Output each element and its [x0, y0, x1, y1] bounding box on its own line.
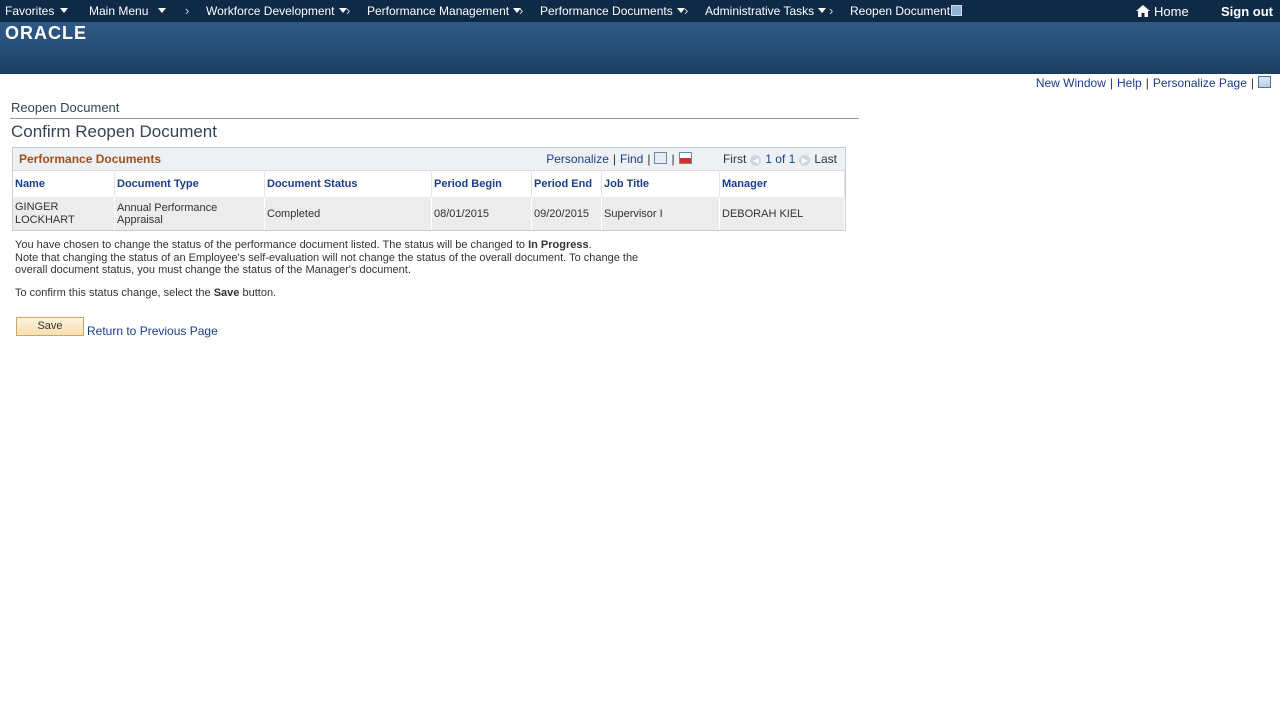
- oracle-logo: ORACLE: [5, 23, 87, 43]
- nav-performance-management[interactable]: Performance Management: [367, 4, 522, 18]
- documents-table: Name Document Type Document Status Perio…: [13, 170, 845, 230]
- column-header-period-begin[interactable]: Period Begin: [431, 170, 532, 197]
- title-divider: [10, 118, 859, 119]
- header-banner: ORACLE: [0, 22, 1280, 74]
- download-spreadsheet-icon[interactable]: [678, 152, 692, 164]
- chevron-down-icon: [60, 8, 69, 13]
- nav-reopen-document[interactable]: Reopen Document: [850, 4, 963, 18]
- cell-document-type: Annual Performance Appraisal: [114, 197, 265, 230]
- new-window-link[interactable]: New Window: [1036, 76, 1106, 90]
- cell-document-status: Completed: [264, 197, 432, 230]
- sign-out-link[interactable]: Sign out: [1221, 4, 1273, 19]
- breadcrumb-separator-icon: ›: [346, 3, 351, 18]
- find-link[interactable]: Find: [620, 152, 643, 166]
- nav-workforce-development[interactable]: Workforce Development: [206, 4, 347, 18]
- personalize-page-link[interactable]: Personalize Page: [1153, 76, 1247, 90]
- previous-icon: ◀: [750, 155, 762, 166]
- nav-performance-documents[interactable]: Performance Documents: [540, 4, 685, 18]
- return-to-previous-page-link[interactable]: Return to Previous Page: [87, 324, 218, 338]
- page-count: 1 of 1: [765, 152, 796, 166]
- chevron-down-icon: [818, 8, 827, 13]
- confirm-instructions: To confirm this status change, select th…: [15, 287, 277, 299]
- home-icon: [1136, 5, 1150, 17]
- page-icon: [951, 5, 963, 16]
- breadcrumb: Reopen Document: [11, 100, 120, 115]
- cell-name: GINGER LOCKHART: [13, 197, 115, 230]
- column-header-period-end[interactable]: Period End: [531, 170, 602, 197]
- save-button[interactable]: Save: [16, 317, 84, 336]
- breadcrumb-separator-icon: ›: [519, 3, 524, 18]
- first-link: First: [722, 152, 747, 166]
- breadcrumb-separator-icon: ›: [684, 3, 689, 18]
- home-link[interactable]: Home: [1136, 4, 1189, 19]
- column-header-name[interactable]: Name: [13, 170, 115, 197]
- nav-favorites[interactable]: Favorites: [5, 4, 69, 18]
- self-evaluation-note: Note that changing the status of an Empl…: [15, 251, 639, 277]
- column-header-job-title[interactable]: Job Title: [601, 170, 720, 197]
- next-icon: ▶: [799, 155, 811, 166]
- grid-title: Performance Documents: [19, 152, 162, 166]
- cell-period-begin: 08/01/2015: [431, 197, 532, 230]
- grid-toolbar: Personalize | Find | | First ◀ 1 of 1 ▶ Last: [546, 152, 837, 166]
- table-row: GINGER LOCKHART Annual Performance Appra…: [13, 197, 845, 230]
- page-title: Confirm Reopen Document: [11, 122, 217, 141]
- view-all-icon[interactable]: [654, 152, 668, 164]
- column-header-document-status[interactable]: Document Status: [264, 170, 432, 197]
- status-change-message: You have chosen to change the status of …: [15, 239, 715, 277]
- top-navigation-bar: Favorites Main Menu › Workforce Developm…: [0, 0, 1280, 22]
- page-links: New Window | Help | Personalize Page |: [1036, 76, 1271, 90]
- chevron-down-icon: [158, 8, 167, 13]
- last-link: Last: [814, 152, 837, 166]
- page-layout-icon[interactable]: [1258, 76, 1271, 88]
- new-status-text: In Progress: [528, 239, 589, 251]
- cell-period-end: 09/20/2015: [531, 197, 602, 230]
- cell-job-title: Supervisor I: [601, 197, 720, 230]
- help-link[interactable]: Help: [1117, 76, 1142, 90]
- nav-administrative-tasks[interactable]: Administrative Tasks: [705, 4, 827, 18]
- column-header-document-type[interactable]: Document Type: [114, 170, 265, 197]
- grid-header: Performance Documents Personalize | Find | |…: [13, 148, 845, 170]
- performance-documents-grid: Performance Documents Personalize | Find | |…: [12, 147, 846, 231]
- column-header-manager[interactable]: Manager: [719, 170, 845, 197]
- breadcrumb-separator-icon: ›: [829, 3, 834, 18]
- breadcrumb-separator-icon: ›: [185, 3, 190, 18]
- table-header-row: Name Document Type Document Status Perio…: [13, 170, 845, 197]
- cell-manager: DEBORAH KIEL: [719, 197, 845, 230]
- personalize-link[interactable]: Personalize: [546, 152, 609, 166]
- nav-main-menu[interactable]: Main Menu: [89, 4, 167, 18]
